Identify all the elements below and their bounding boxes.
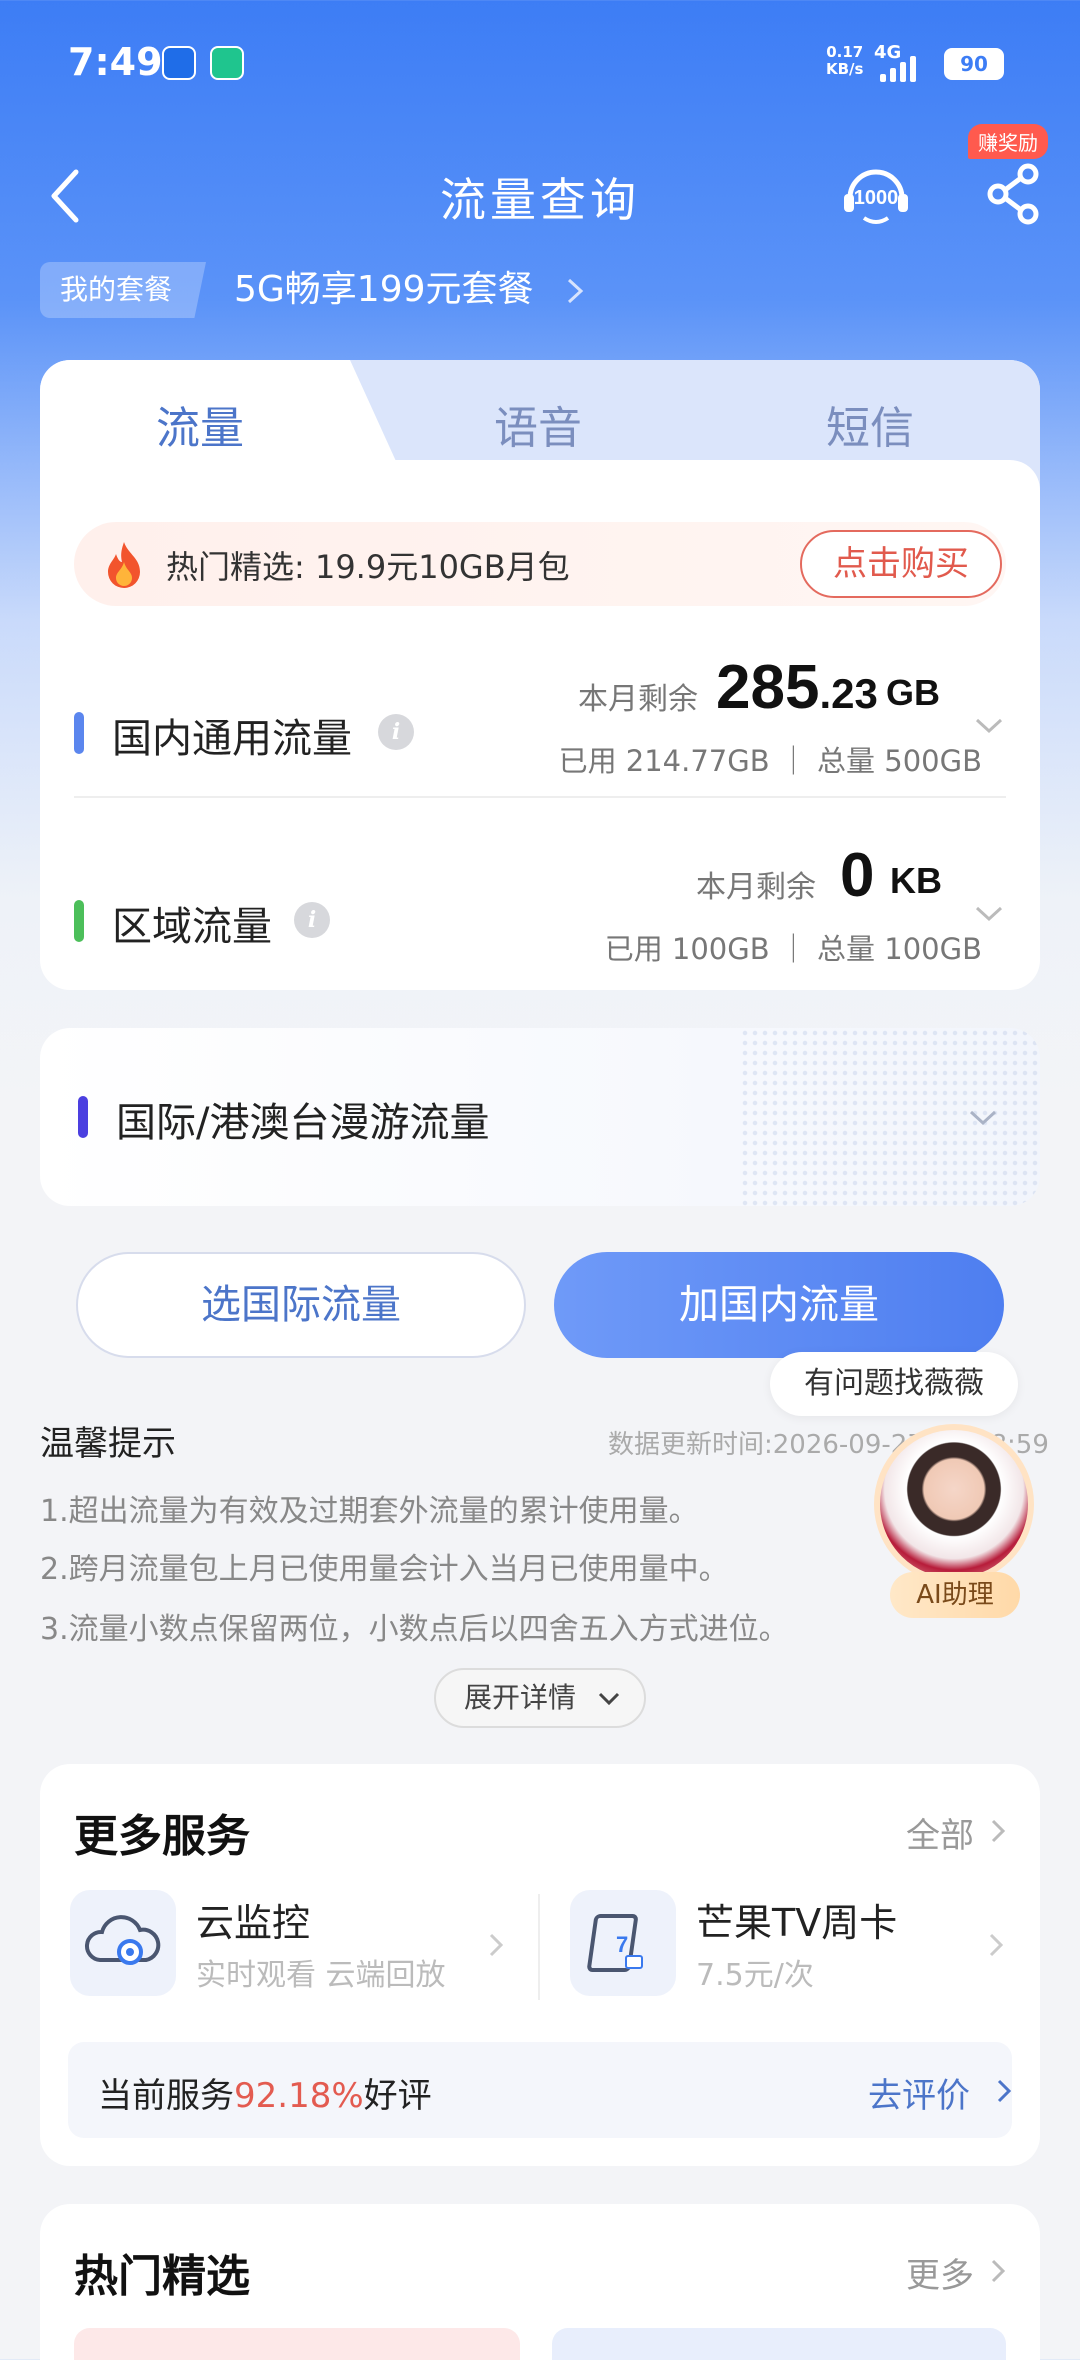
svg-text:1000: 1000 xyxy=(854,187,899,209)
chevron-right-icon[interactable] xyxy=(990,2258,1006,2284)
rate-link[interactable]: 去评价 xyxy=(868,2068,970,2117)
select-international-data-button[interactable]: 选国际流量 xyxy=(76,1252,526,1358)
all-services-link[interactable]: 全部 xyxy=(906,1808,974,1857)
remain-label: 本月剩余 xyxy=(696,870,816,905)
ai-assistant-label[interactable]: AI助理 xyxy=(890,1572,1020,1618)
usage-card: 流量 语音 短信 热门精选: 19.9元10GB月包 点击购买 国内通用流量 i… xyxy=(40,360,1040,990)
regional-usage-detail: 已用 100GB ｜ 总量 100GB xyxy=(604,932,982,966)
10000-hotline-icon[interactable]: 1000 xyxy=(840,158,912,230)
chevron-right-icon[interactable] xyxy=(988,1932,1004,1958)
roaming-title: 国际/港澳台漫游流量 xyxy=(116,1100,490,1146)
domestic-remain-value: 285.23 xyxy=(716,653,878,722)
regional-usage-row[interactable]: 区域流量 i 本月剩余 0 KB 已用 100GB ｜ 总量 100GB xyxy=(40,830,1040,980)
tab-traffic[interactable]: 流量 xyxy=(156,392,244,456)
chevron-down-icon[interactable] xyxy=(974,716,1004,736)
expand-details-button[interactable]: 展开详情 xyxy=(434,1668,646,1728)
cloud-camera-icon[interactable] xyxy=(70,1890,176,1996)
tab-sms[interactable]: 短信 xyxy=(826,392,914,456)
service-rating-bar: 当前服务92.18%好评 去评价 xyxy=(68,2042,1012,2138)
svg-text:7: 7 xyxy=(616,1932,628,1957)
info-icon[interactable]: i xyxy=(294,902,330,938)
domestic-usage-row[interactable]: 国内通用流量 i 本月剩余 285.23 GB 已用 214.77GB ｜ 总量… xyxy=(40,650,1040,800)
assistant-bubble[interactable]: 有问题找薇薇 xyxy=(770,1352,1018,1416)
ai-assistant-avatar[interactable] xyxy=(874,1424,1034,1584)
net-speed: 0.17 KB/s xyxy=(826,43,864,78)
tab-voice[interactable]: 语音 xyxy=(494,392,582,456)
hot-picks-card: 热门精选 更多 xyxy=(40,2204,1040,2360)
chevron-right-icon[interactable] xyxy=(565,276,585,306)
promo-bar[interactable]: 热门精选: 19.9元10GB月包 点击购买 xyxy=(74,522,1006,606)
chevron-right-icon[interactable] xyxy=(996,2078,1012,2104)
roaming-row[interactable]: 国际/港澳台漫游流量 xyxy=(40,1028,1040,1206)
chevron-down-icon[interactable] xyxy=(968,1108,998,1128)
domestic-indicator xyxy=(74,712,84,754)
more-services-card: 更多服务 全部 云监控 实时观看 云端回放 7 芒果TV周卡 7.5元/次 当前… xyxy=(40,1764,1040,2166)
tv-card-icon[interactable]: 7 xyxy=(570,1890,676,1996)
tip-line: 3.流量小数点保留两位，小数点后以四舍五入方式进位。 xyxy=(40,1612,789,1647)
page-title: 流量查询 xyxy=(440,173,640,227)
regional-remain-value: 0 xyxy=(840,841,875,910)
tips-title: 温馨提示 xyxy=(40,1424,176,1464)
service-name[interactable]: 芒果TV周卡 xyxy=(696,1892,897,1947)
promo-text: 热门精选: 19.9元10GB月包 xyxy=(166,548,570,586)
services-title: 更多服务 xyxy=(74,1811,250,1862)
hot-pick-item[interactable] xyxy=(552,2328,1006,2360)
fire-icon xyxy=(108,542,140,588)
tip-line: 2.跨月流量包上月已使用量会计入当月已使用量中。 xyxy=(40,1552,729,1587)
rating-text: 当前服务92.18%好评 xyxy=(98,2076,432,2116)
service-desc: 实时观看 云端回放 xyxy=(196,1958,446,1993)
my-plan-tag: 我的套餐 xyxy=(40,262,207,318)
signal-icon xyxy=(880,52,930,82)
regional-remain-unit: KB xyxy=(890,860,942,901)
add-domestic-data-button[interactable]: 加国内流量 xyxy=(554,1252,1004,1358)
divider xyxy=(538,1894,540,2000)
battery-icon: 90 xyxy=(944,48,1004,80)
regional-indicator xyxy=(74,900,84,942)
info-icon[interactable]: i xyxy=(378,714,414,750)
chevron-right-icon[interactable] xyxy=(488,1932,504,1958)
roaming-indicator xyxy=(78,1096,88,1138)
card-body-top xyxy=(40,460,1040,500)
domestic-usage-detail: 已用 214.77GB ｜ 总量 500GB xyxy=(558,744,982,778)
reward-badge[interactable]: 赚奖励 xyxy=(968,124,1048,159)
divider xyxy=(74,796,1006,798)
remain-label: 本月剩余 xyxy=(578,682,698,717)
plan-name[interactable]: 5G畅享199元套餐 xyxy=(234,264,534,316)
domestic-title: 国内通用流量 xyxy=(112,716,352,762)
chevron-down-icon[interactable] xyxy=(974,904,1004,924)
music-app-icon xyxy=(210,46,244,80)
service-desc: 7.5元/次 xyxy=(696,1958,814,1993)
tip-line: 1.超出流量为有效及过期套外流量的累计使用量。 xyxy=(40,1494,699,1529)
hot-picks-title: 热门精选 xyxy=(74,2251,250,2302)
more-link[interactable]: 更多 xyxy=(906,2248,974,2297)
chevron-right-icon[interactable] xyxy=(990,1818,1006,1844)
status-time: 7:49 xyxy=(68,40,163,84)
domestic-remain-unit: GB xyxy=(886,672,940,713)
service-name[interactable]: 云监控 xyxy=(196,1892,310,1947)
share-icon[interactable] xyxy=(978,158,1050,230)
buy-button[interactable]: 点击购买 xyxy=(800,530,1002,598)
shield-app-icon xyxy=(162,46,196,80)
chevron-down-icon xyxy=(598,1692,620,1706)
regional-title: 区域流量 xyxy=(112,904,272,950)
hot-pick-item[interactable] xyxy=(74,2328,520,2360)
